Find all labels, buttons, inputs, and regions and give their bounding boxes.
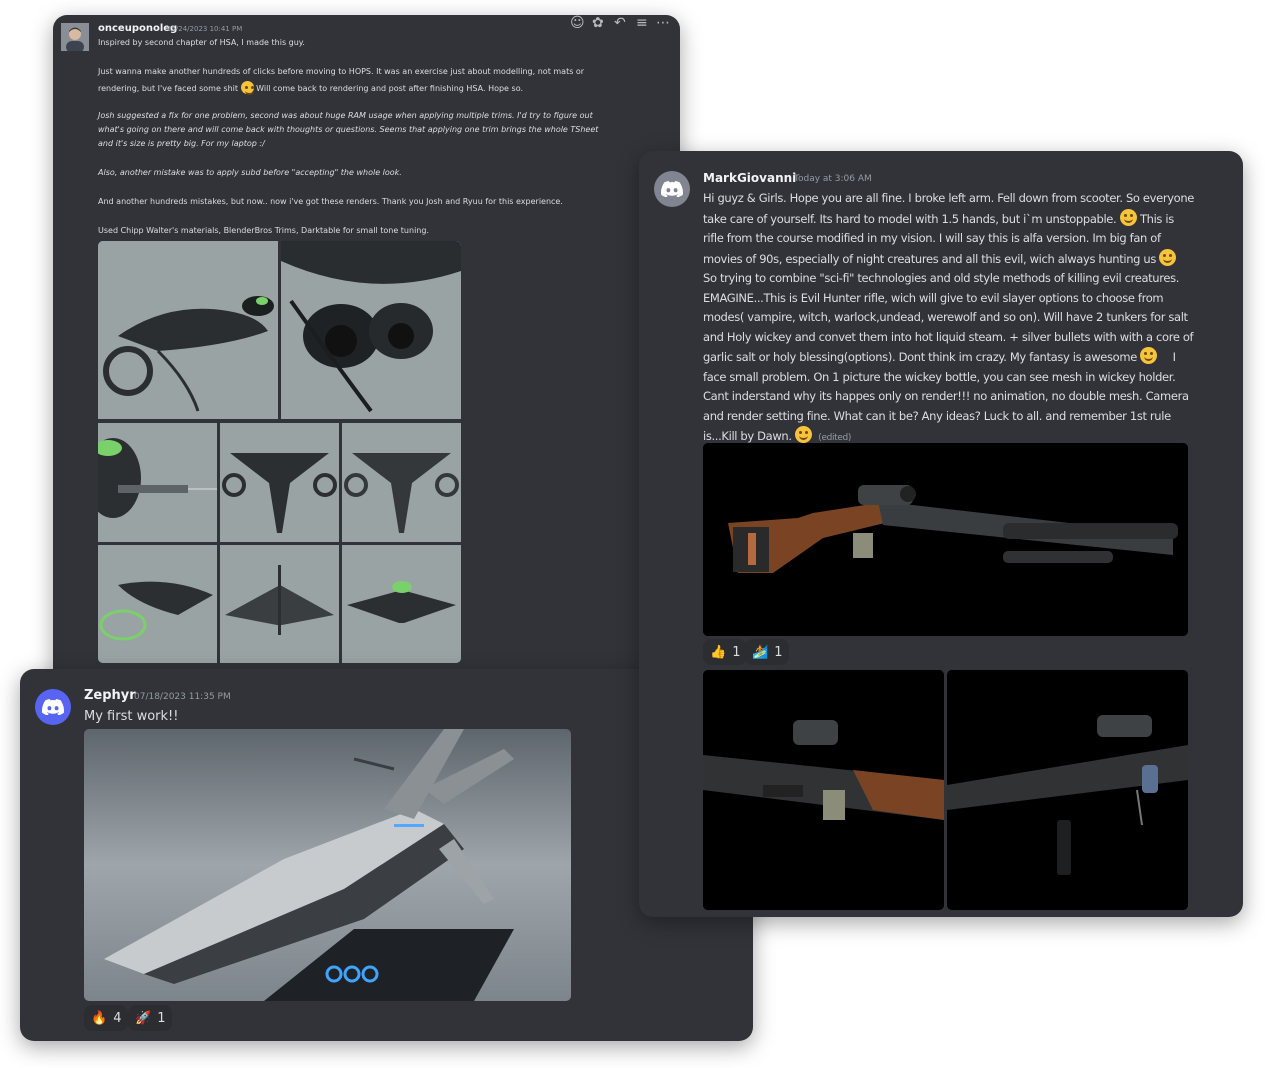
render-image[interactable]: [98, 423, 217, 542]
attachment-image[interactable]: [84, 729, 571, 1001]
reaction-fire[interactable]: 🔥 4: [84, 1005, 129, 1031]
message-text: is...Kill by Dawn.: [703, 429, 792, 443]
thumbs-up-icon: 👍: [710, 644, 727, 660]
spaceship-render: [84, 729, 571, 1001]
message-text: Will come back to rendering and post aft…: [256, 84, 523, 93]
discord-logo-icon: [661, 181, 683, 197]
attachment-image-grid[interactable]: [98, 241, 461, 663]
reaction-count: 1: [774, 644, 783, 660]
message-line-with-emoji: take care of yourself. Its hard to model…: [703, 208, 1238, 230]
username[interactable]: Zephyr: [84, 688, 136, 703]
message-line-with-emoji: movies of 90s, especially of night creat…: [703, 248, 1238, 270]
slight-smile-emoji-icon: [1159, 248, 1177, 266]
rifle-render: [703, 443, 1188, 636]
message-line: and render setting fine. What can it be?…: [703, 408, 1171, 423]
message-text: take care of yourself. Its hard to model…: [703, 211, 1117, 226]
message-toolbar: ☺ ✿ ↶ ≡ ⋯: [560, 15, 670, 35]
user-avatar[interactable]: [654, 171, 690, 207]
ship-side-render: [98, 241, 278, 419]
message-card-markgiovanni: MarkGiovanni Today at 3:06 AM Hi guyz & …: [639, 151, 1243, 917]
render-image[interactable]: [342, 545, 461, 663]
reaction-count: 1: [732, 644, 741, 660]
ship-front-render: [98, 423, 217, 542]
message-line: Cant inderstand why its happes only on r…: [703, 389, 1189, 403]
attachment-image[interactable]: [703, 670, 944, 910]
message-line: So trying to combine "sci-fi" technologi…: [703, 271, 1180, 285]
message-text: This is: [1139, 211, 1174, 226]
message-card-onceuponoleg: onceuponoleg 05/24/2023 10:41 PM ☺ ✿ ↶ ≡…: [53, 15, 680, 735]
reaction-thumbs-up[interactable]: 👍 1: [703, 639, 748, 665]
reaction-surfer[interactable]: 🏄 1: [745, 639, 790, 665]
rifle-closeup-render: [703, 670, 944, 910]
user-photo-avatar-icon: [61, 23, 89, 51]
slight-smile-emoji-icon: [1119, 208, 1137, 226]
reaction-count: 1: [157, 1010, 166, 1026]
message-body: Hi guyz & Girls. Hope you are all fine. …: [703, 189, 1238, 449]
render-image[interactable]: [342, 423, 461, 542]
rifle-underside-render: [947, 670, 1188, 910]
surfer-icon: 🏄: [752, 644, 769, 660]
message-text: I: [1172, 350, 1176, 364]
message-line: modes( vampire, witch, warlock,undead, w…: [703, 310, 1188, 324]
attachment-image[interactable]: [703, 443, 1188, 636]
message-line: and it's size is pretty big. For my lapt…: [98, 139, 265, 148]
timestamp: Today at 3:06 AM: [794, 174, 872, 184]
message-line-with-emoji: rendering, but I've faced some shit Will…: [98, 81, 523, 95]
ship-top-render: [220, 423, 339, 542]
fire-icon: 🔥: [91, 1010, 108, 1026]
user-avatar[interactable]: [61, 23, 89, 51]
add-reaction-icon[interactable]: ☺: [570, 15, 585, 31]
message-line: Used Chipp Walter's materials, BlenderBr…: [98, 226, 429, 235]
message-line-with-emoji: garlic salt or holy blessing(options). D…: [703, 347, 1238, 368]
message-line: rifle from the course modified in my vis…: [703, 231, 1161, 245]
timestamp: 05/24/2023 10:41 PM: [167, 25, 243, 33]
message-line: Hi guyz & Girls. Hope you are all fine. …: [703, 191, 1195, 205]
thread-icon[interactable]: ≡: [636, 15, 648, 31]
discord-logo-icon: [42, 699, 64, 715]
slight-smile-emoji-icon: [240, 81, 254, 95]
render-image[interactable]: [281, 241, 461, 419]
edited-label: (edited): [818, 433, 852, 443]
message-line: Just wanna make another hundreds of clic…: [98, 67, 585, 76]
message-line: Josh suggested a fix for one problem, se…: [98, 111, 593, 120]
user-avatar[interactable]: [35, 689, 71, 725]
message-line: and Holy wickey and convet them into hot…: [703, 329, 1194, 344]
message-line: Also, another mistake was to apply subd …: [98, 168, 402, 177]
slight-smile-emoji-icon: [1140, 347, 1158, 364]
message-text: movies of 90s, especially of night creat…: [703, 251, 1157, 266]
reaction-count: 4: [113, 1010, 122, 1026]
ship-rear-glow-render: [342, 545, 461, 663]
message-line: And another hundreds mistakes, but now..…: [98, 197, 563, 206]
message-text: rendering, but I've faced some shit: [98, 84, 239, 93]
message-text: My first work!!: [84, 709, 179, 724]
render-image[interactable]: [220, 423, 339, 542]
message-text: garlic salt or holy blessing(options). D…: [703, 350, 1137, 364]
rocket-icon: 🚀: [135, 1010, 152, 1026]
render-image[interactable]: [220, 545, 339, 663]
render-image[interactable]: [98, 241, 278, 419]
more-icon[interactable]: ⋯: [656, 15, 670, 31]
slight-smile-emoji-icon: [794, 426, 812, 443]
attachment-image[interactable]: [947, 670, 1188, 910]
reaction-rocket[interactable]: 🚀 1: [128, 1005, 173, 1031]
emoji-icon[interactable]: ✿: [592, 15, 604, 31]
ship-angle-render: [98, 545, 217, 663]
message-line: EMAGINE...This is Evil Hunter rifle, wic…: [703, 290, 1164, 305]
message-line: Inspired by second chapter of HSA, I mad…: [98, 38, 305, 47]
timestamp: 07/18/2023 11:35 PM: [134, 692, 231, 702]
reply-icon[interactable]: ↶: [614, 15, 626, 31]
ship-bottom-render: [342, 423, 461, 542]
username[interactable]: onceuponoleg: [98, 23, 177, 34]
ship-rear-render: [220, 545, 339, 663]
message-line: face small problem. On 1 picture the wic…: [703, 369, 1176, 384]
render-image[interactable]: [98, 545, 217, 663]
engine-closeup-render: [281, 241, 461, 419]
username[interactable]: MarkGiovanni: [703, 171, 796, 185]
message-line: what's going on there and will come back…: [98, 125, 599, 134]
